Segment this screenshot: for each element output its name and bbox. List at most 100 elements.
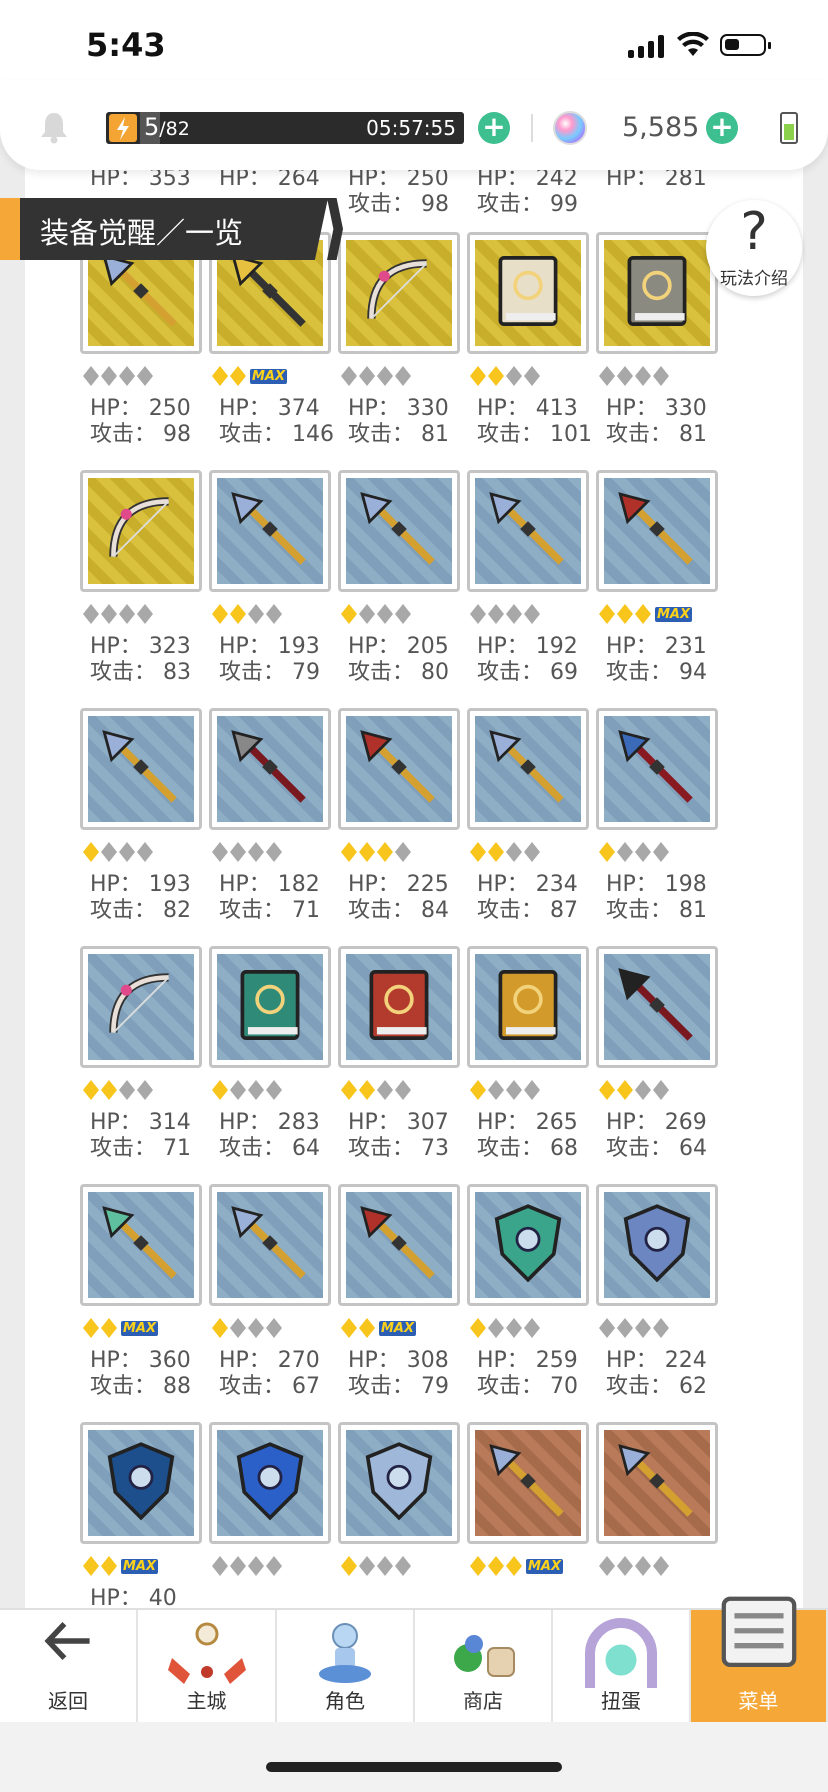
equipment-tile[interactable]: [596, 1184, 718, 1306]
equipment-card[interactable]: HP： 314 攻击： 71: [55, 946, 202, 1176]
star-empty-icon: [377, 604, 393, 624]
nav-main-city-button[interactable]: 主城: [138, 1610, 277, 1722]
nav-back-button[interactable]: 返回: [0, 1610, 138, 1722]
tile-background: [217, 954, 323, 1060]
gem-count: 5,585: [622, 112, 700, 143]
tile-background: [604, 716, 710, 822]
star-filled-icon: [230, 366, 246, 386]
equipment-card[interactable]: MAX HP： 308 攻击： 79: [313, 1184, 460, 1414]
sword-icon: [482, 1435, 574, 1531]
star-filled-icon: [377, 842, 393, 862]
star-empty-icon: [395, 604, 411, 624]
tile-background: [475, 478, 581, 584]
star-empty-icon: [212, 842, 228, 862]
attack-stat: 攻击： 64: [606, 1136, 707, 1161]
equipment-card[interactable]: HP： 205 攻击： 80: [313, 470, 460, 700]
equipment-card[interactable]: HP： 193 攻击： 79: [184, 470, 331, 700]
equipment-tile[interactable]: [596, 1422, 718, 1544]
star-filled-icon: [488, 842, 504, 862]
awakening-stars: [470, 1316, 540, 1340]
star-empty-icon: [617, 1556, 633, 1576]
equipment-card[interactable]: HP： 330 攻击： 81: [571, 232, 718, 462]
wifi-icon: [677, 32, 709, 56]
equipment-card[interactable]: HP： 307 攻击： 73: [313, 946, 460, 1176]
question-mark-icon: ?: [740, 202, 768, 262]
equipment-card[interactable]: HP： 283 攻击： 64: [184, 946, 331, 1176]
tile-background: [604, 1192, 710, 1298]
star-filled-icon: [470, 1318, 486, 1338]
equipment-card[interactable]: HP： 192 攻击： 69: [442, 470, 589, 700]
star-filled-icon: [212, 1318, 228, 1338]
energy-bolt-icon: [109, 114, 137, 142]
bottom-nav: 返回 主城 角色 商店 扭蛋 菜单: [0, 1596, 828, 1722]
tile-background: [217, 478, 323, 584]
equipment-card[interactable]: HP： 182 攻击： 71: [184, 708, 331, 938]
star-empty-icon: [248, 604, 264, 624]
tile-background: [217, 1430, 323, 1536]
equipment-card[interactable]: HP： 259 攻击： 70: [442, 1184, 589, 1414]
nav-gacha-button[interactable]: 扭蛋: [553, 1610, 691, 1722]
star-filled-icon: [83, 1318, 99, 1338]
home-indicator[interactable]: [266, 1762, 562, 1772]
add-gems-button[interactable]: +: [706, 112, 738, 144]
nav-character-button[interactable]: 角色: [277, 1610, 415, 1722]
equipment-card[interactable]: HP： 224 攻击： 62: [571, 1184, 718, 1414]
equipment-tile[interactable]: [596, 232, 718, 354]
star-filled-icon: [359, 1318, 375, 1338]
energy-current: 5: [144, 113, 160, 141]
equipment-card[interactable]: HP： 413 攻击： 101: [442, 232, 592, 462]
equipment-card[interactable]: HP： 270 攻击： 67: [184, 1184, 331, 1414]
attack-stat: 攻击： 62: [606, 1374, 707, 1399]
add-energy-button[interactable]: +: [478, 112, 510, 144]
nav-menu-button[interactable]: 菜单: [691, 1596, 828, 1722]
awakening-stars: MAX: [212, 364, 288, 388]
bell-icon[interactable]: [38, 110, 70, 144]
equipment-card[interactable]: HP： 234 攻击： 87: [442, 708, 589, 938]
awakening-stars: [599, 1316, 669, 1340]
nav-shop-button[interactable]: 商店: [415, 1610, 553, 1722]
equipment-tile[interactable]: [596, 946, 718, 1068]
star-empty-icon: [266, 604, 282, 624]
tile-background: [346, 1192, 452, 1298]
blue-scepter-icon: [224, 1197, 316, 1293]
nav-menu-label: 菜单: [738, 1689, 779, 1713]
equipment-card[interactable]: MAX HP： 231 攻击： 94: [571, 470, 718, 700]
equipment-card[interactable]: HP： 225 攻击： 84: [313, 708, 460, 938]
star-empty-icon: [524, 366, 540, 386]
equipment-card[interactable]: HP： 330 攻击： 81: [313, 232, 460, 462]
attack-stat: 攻击： 84: [348, 898, 449, 923]
equipment-card[interactable]: HP： 250 攻击： 98: [55, 232, 202, 462]
equipment-card[interactable]: MAX HP： 374 攻击： 146: [184, 232, 334, 462]
star-filled-icon: [599, 1080, 615, 1100]
equipment-card[interactable]: MAX HP： 360 攻击： 88: [55, 1184, 202, 1414]
attack-stat: 攻击： 98: [90, 422, 191, 447]
help-button[interactable]: ? 玩法介绍: [706, 200, 802, 296]
star-filled-icon: [470, 1556, 486, 1576]
tile-background: [475, 954, 581, 1060]
equipment-list[interactable]: HP： 353 HP： 264 HP： 250 攻击： 98 HP： 242 攻击： 99…: [25, 160, 803, 1620]
star-empty-icon: [506, 1080, 522, 1100]
equipment-card[interactable]: HP： 323 攻击： 83: [55, 470, 202, 700]
star-empty-icon: [488, 604, 504, 624]
star-empty-icon: [617, 842, 633, 862]
star-empty-icon: [488, 1318, 504, 1338]
awakening-stars: [212, 1078, 282, 1102]
equipment-card[interactable]: HP： 198 攻击： 81: [571, 708, 718, 938]
resource-bar: 5/82 05:57:55 + 5,585 +: [0, 80, 828, 170]
star-empty-icon: [101, 366, 117, 386]
equipment-card[interactable]: HP： 265 攻击： 68: [442, 946, 589, 1176]
equipment-tile[interactable]: [596, 708, 718, 830]
equipment-tile[interactable]: [596, 470, 718, 592]
attack-stat: 攻击： 83: [90, 660, 191, 685]
equipment-card[interactable]: HP： 193 攻击： 82: [55, 708, 202, 938]
status-time: 5:43: [86, 26, 166, 64]
star-filled-icon: [617, 604, 633, 624]
star-empty-icon: [341, 366, 357, 386]
attack-stat: 攻击： 70: [477, 1374, 578, 1399]
awakening-stars: [341, 840, 411, 864]
star-empty-icon: [359, 1556, 375, 1576]
tile-background: [346, 240, 452, 346]
shop-icon: [415, 1618, 551, 1692]
scythe-icon: [611, 721, 703, 817]
equipment-card[interactable]: HP： 269 攻击： 64: [571, 946, 718, 1176]
